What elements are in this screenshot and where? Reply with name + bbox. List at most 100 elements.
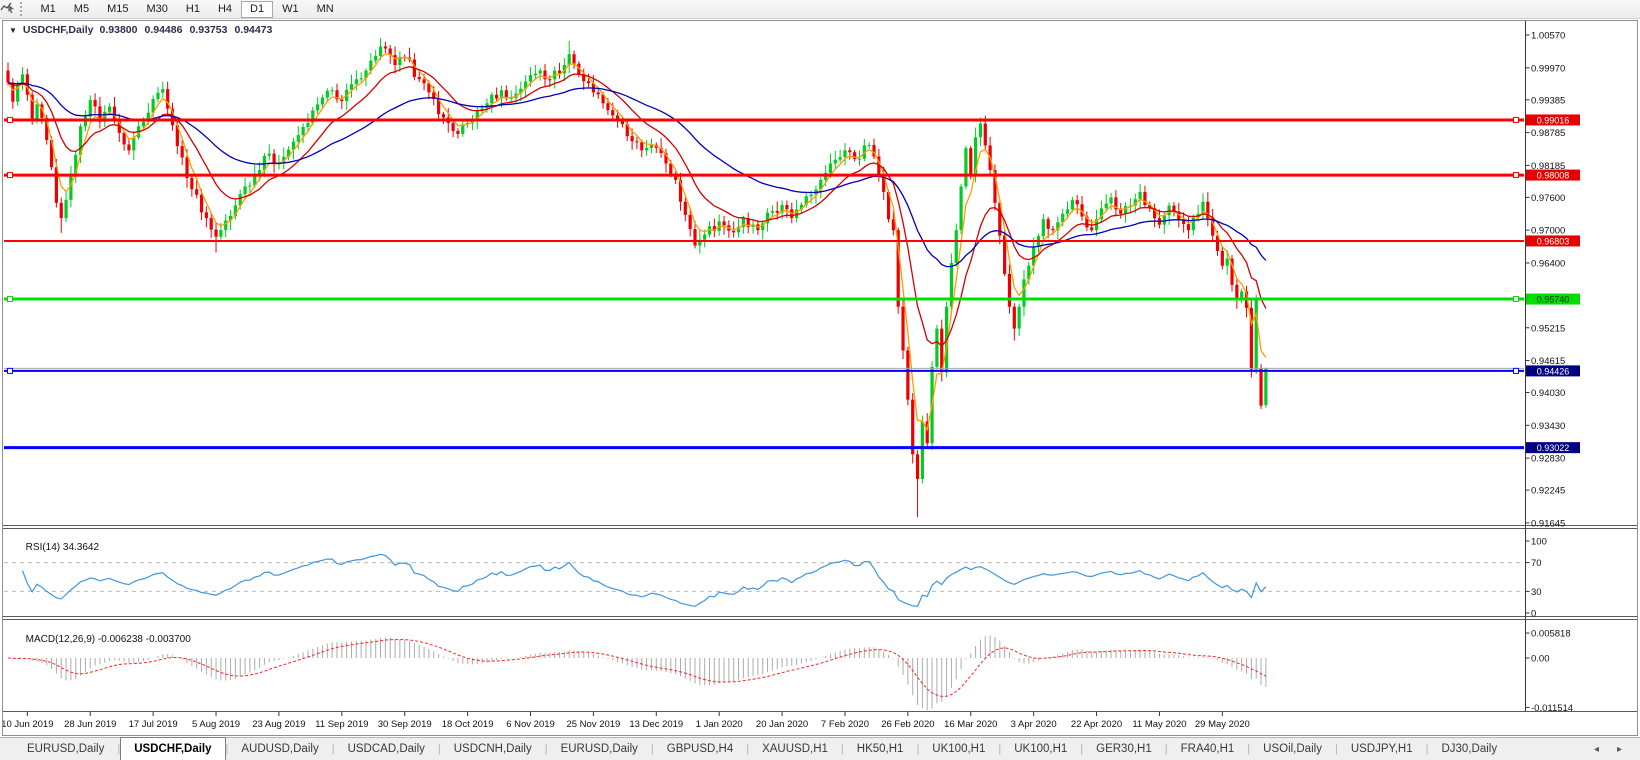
hline-price-label: 0.94426 <box>1537 366 1570 376</box>
candle-body <box>93 100 96 106</box>
tab-scroll-arrows: ◂ ▸ <box>1594 738 1640 760</box>
hline-handle[interactable] <box>8 368 13 373</box>
candle-body <box>858 159 861 160</box>
symbol-tab-AUDUSD-Daily[interactable]: AUDUSD,Daily <box>228 738 331 760</box>
candle-body <box>224 221 227 231</box>
candle-body <box>393 55 396 65</box>
candle-body <box>732 231 735 233</box>
candle-body <box>534 74 537 76</box>
candle-body <box>906 350 909 399</box>
price-tick-label: 0.97600 <box>1531 193 1565 204</box>
symbol-tab-XAUUSD-H1[interactable]: XAUUSD,H1 <box>749 738 841 760</box>
price-tick-label: 0.91645 <box>1531 518 1565 529</box>
price-tick-label: 0.97000 <box>1531 226 1565 237</box>
symbol-tab-USDJPY-H1[interactable]: USDJPY,H1 <box>1338 738 1426 760</box>
timeframe-button-H4[interactable]: H4 <box>209 1 241 18</box>
terminal-window: ▾ M1M5M15M30H1H4D1W1MN 1.005700.999700.9… <box>0 0 1640 760</box>
candle-body <box>645 148 648 150</box>
candle-body <box>631 136 634 141</box>
candle-body <box>1066 209 1069 213</box>
date-tick-label: 1 Jan 2020 <box>696 719 743 730</box>
symbol-tab-USDCAD-Daily[interactable]: USDCAD,Daily <box>335 738 438 760</box>
chart-window[interactable]: 1.005700.999700.993850.987850.981850.976… <box>0 19 1640 737</box>
candle-body <box>693 229 696 245</box>
date-tick-label: 5 Aug 2019 <box>192 719 240 730</box>
scroll-left-icon[interactable]: ◂ <box>1594 744 1599 755</box>
candle-body <box>606 103 609 110</box>
timeframe-button-MN[interactable]: MN <box>308 1 343 18</box>
candle-body <box>321 98 324 105</box>
candle-body <box>60 203 63 218</box>
candle-body <box>868 145 871 146</box>
candle-body <box>587 81 590 83</box>
timeframe-button-M1[interactable]: M1 <box>32 1 65 18</box>
hline-handle[interactable] <box>1514 173 1519 178</box>
candle-body <box>355 79 358 84</box>
chart-tool-button[interactable]: ▾ <box>4 6 16 13</box>
rsi-tick-label: 30 <box>1531 587 1542 598</box>
symbol-tab-UK100-H1[interactable]: UK100,H1 <box>919 738 998 760</box>
candle-body <box>597 92 600 94</box>
date-tick-label: 6 Nov 2019 <box>506 719 555 730</box>
timeframe-button-D1[interactable]: D1 <box>241 1 273 18</box>
candle-body <box>190 178 193 189</box>
hline-handle[interactable] <box>8 117 13 122</box>
symbol-tab-UK100-H1[interactable]: UK100,H1 <box>1001 738 1080 760</box>
date-tick-label: 7 Feb 2020 <box>821 719 869 730</box>
symbol-tab-USDCHF-Daily[interactable]: USDCHF,Daily <box>120 737 225 760</box>
candle-body <box>6 71 9 83</box>
candle-body <box>916 454 919 479</box>
open-value: 0.93800 <box>100 24 138 36</box>
candle-body <box>935 329 938 367</box>
candle-body <box>418 77 421 79</box>
symbol-tab-USOil-Daily[interactable]: USOil,Daily <box>1250 738 1335 760</box>
timeframe-button-M15[interactable]: M15 <box>98 1 137 18</box>
hline-handle[interactable] <box>1514 117 1519 122</box>
timeframe-button-M30[interactable]: M30 <box>137 1 176 18</box>
candle-body <box>35 104 38 120</box>
candle-body <box>360 78 363 79</box>
symbol-tab-USDCNH-Daily[interactable]: USDCNH,Daily <box>441 738 545 760</box>
candle-body <box>1192 218 1195 231</box>
candle-body <box>848 150 851 152</box>
candle-body <box>108 107 111 112</box>
candle-body <box>572 54 575 64</box>
candle-body <box>969 148 972 175</box>
timeframe-button-M5[interactable]: M5 <box>65 1 98 18</box>
timeframe-buttons: M1M5M15M30H1H4D1W1MN <box>32 1 343 18</box>
symbol-tab-GBPUSD-H4[interactable]: GBPUSD,H4 <box>654 738 746 760</box>
timeframe-button-W1[interactable]: W1 <box>273 1 308 18</box>
candle-body <box>374 56 377 61</box>
symbol-tab-FRA40-H1[interactable]: FRA40,H1 <box>1168 738 1248 760</box>
candle-body <box>829 163 832 173</box>
candle-body <box>316 104 319 110</box>
candle-body <box>955 230 958 263</box>
collapse-icon[interactable]: ▼ <box>9 26 17 35</box>
hline-handle[interactable] <box>8 297 13 302</box>
symbol-tab-DJ30-Daily[interactable]: DJ30,Daily <box>1428 738 1510 760</box>
scroll-right-icon[interactable]: ▸ <box>1617 744 1622 755</box>
hline-handle[interactable] <box>8 173 13 178</box>
candle-body <box>200 195 203 213</box>
candle-body <box>1022 279 1025 306</box>
symbol-tab-HK50-H1[interactable]: HK50,H1 <box>844 738 917 760</box>
candle-body <box>921 422 924 479</box>
symbol-tab-GER30-H1[interactable]: GER30,H1 <box>1083 738 1165 760</box>
candle-body <box>1051 229 1054 230</box>
candle-body <box>1047 219 1050 229</box>
candle-body <box>529 75 532 81</box>
symbol-tab-EURUSD-Daily[interactable]: EURUSD,Daily <box>14 738 117 760</box>
symbol-tab-EURUSD-Daily[interactable]: EURUSD,Daily <box>548 738 651 760</box>
hline-handle[interactable] <box>1514 368 1519 373</box>
date-tick-label: 20 Jan 2020 <box>756 719 808 730</box>
price-tick-label: 0.92830 <box>1531 454 1565 465</box>
candle-body <box>785 205 788 209</box>
candle-body <box>1105 204 1108 209</box>
price-chart-canvas[interactable]: 1.005700.999700.993850.987850.981850.976… <box>0 19 1640 737</box>
timeframe-button-H1[interactable]: H1 <box>177 1 209 18</box>
candle-body <box>272 154 275 165</box>
candle-body <box>979 124 982 138</box>
close-value: 0.94473 <box>234 24 272 36</box>
candle-body <box>984 124 987 146</box>
hline-handle[interactable] <box>1514 297 1519 302</box>
